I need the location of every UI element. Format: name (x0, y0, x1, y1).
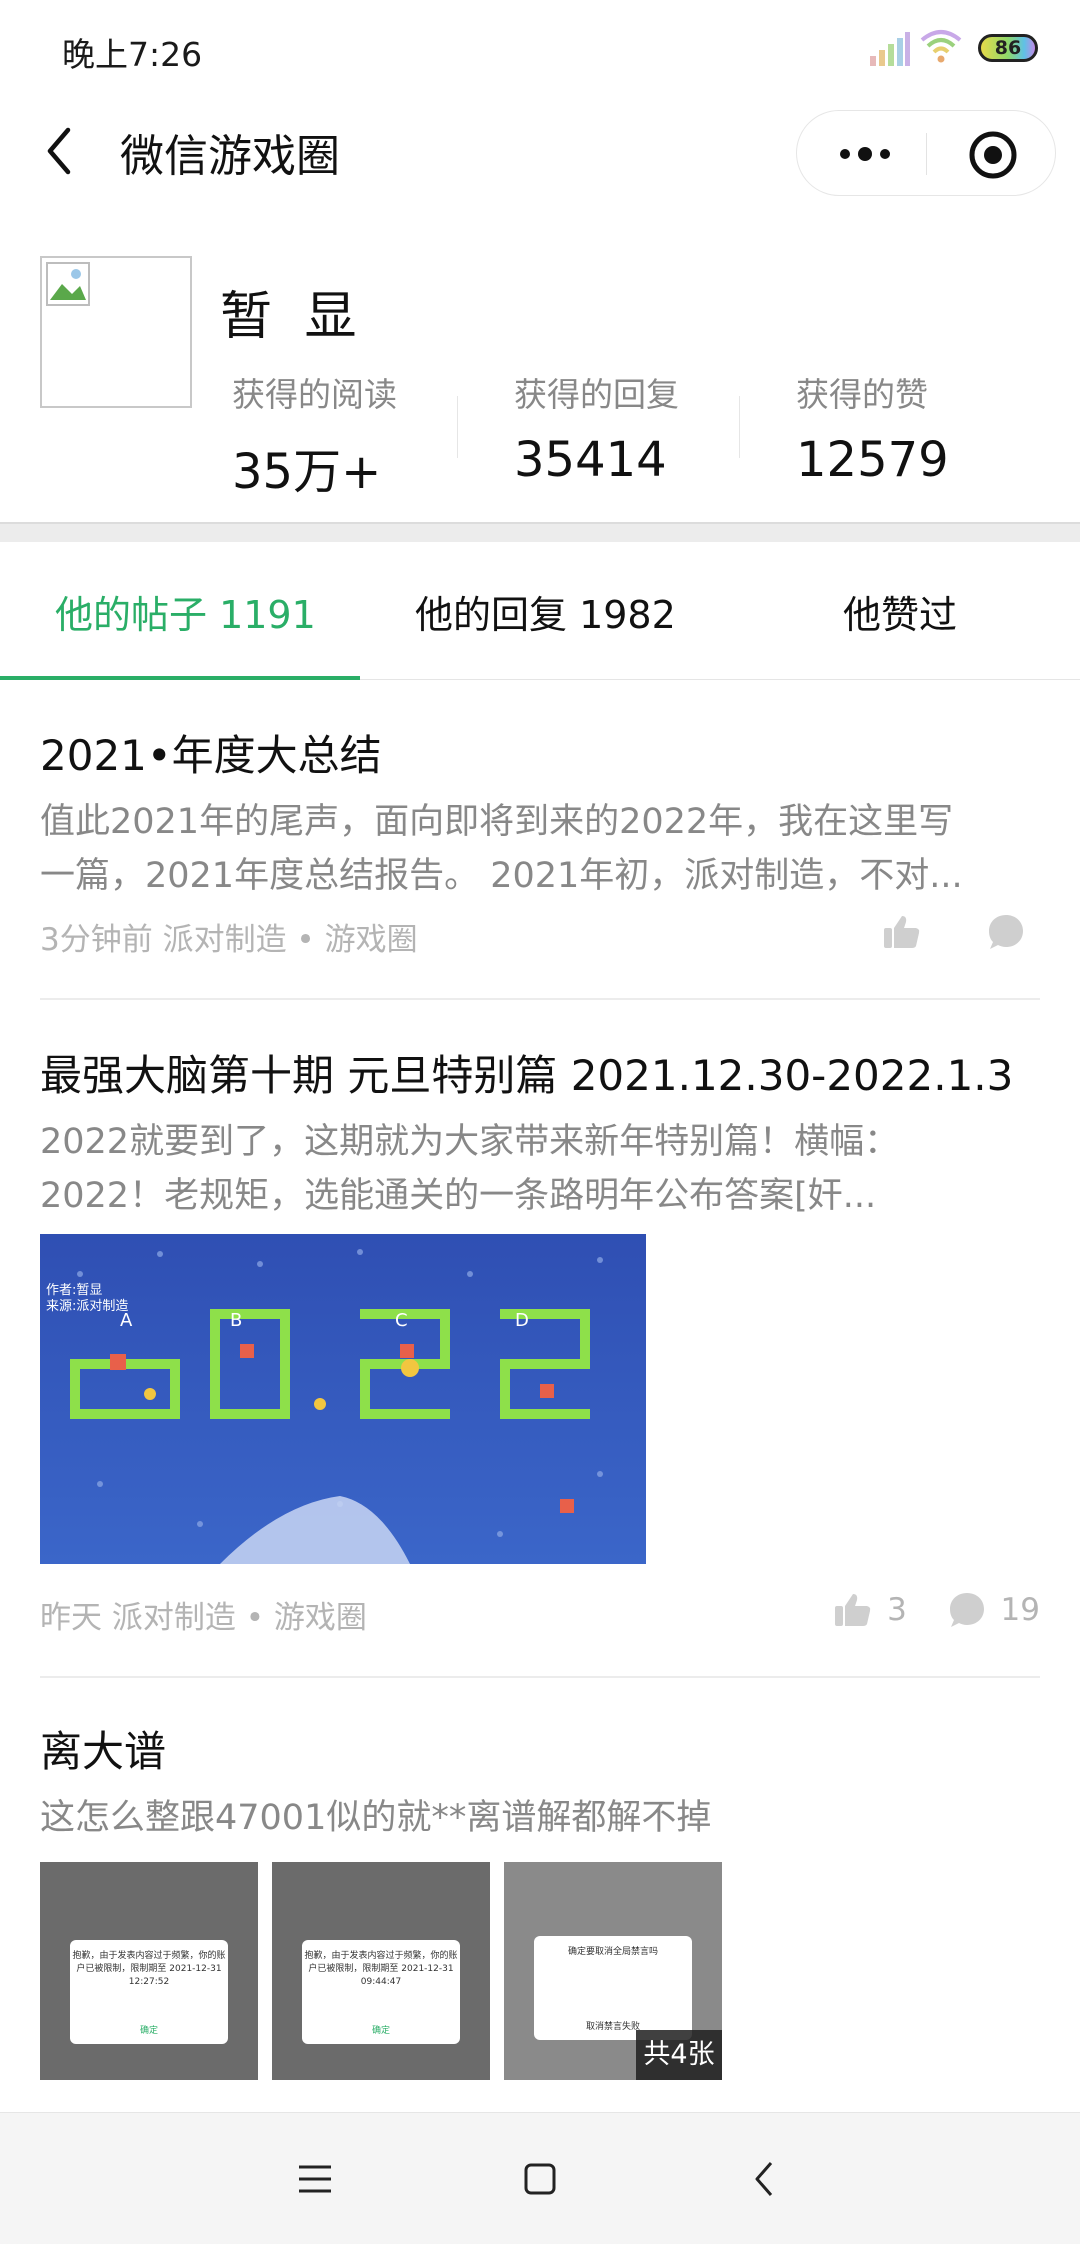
thumbnail-dialog-text: 确定要取消全局禁言吗 (567, 1947, 658, 1957)
home-icon[interactable] (518, 2157, 562, 2201)
post-divider (40, 1676, 1040, 1678)
post-thumbnail[interactable]: 确定要取消全局禁言吗 取消禁言失败 共4张 (504, 1862, 722, 2080)
stat-label: 获得的回复 (514, 375, 679, 414)
thumbs-up-icon[interactable] (833, 1590, 873, 1630)
image-caption: 作者:暂显 (46, 1283, 102, 1298)
post-meta-text: 昨天 派对制造 • 游戏圈 (40, 1600, 367, 1636)
capsule-divider (926, 133, 927, 175)
stat-divider (739, 396, 740, 458)
comment-icon[interactable] (947, 1590, 987, 1630)
post-item[interactable]: 离大谱 这怎么整跟47001似的就**离谱解都解不掉 (40, 1718, 1040, 1845)
wifi-icon (920, 30, 962, 63)
stat-value: 12579 (796, 432, 949, 488)
thumbnail-dialog: 抱歉，由于发表内容过于频繁，你的账户已被限制，限制期至 2021-12-31 1… (70, 1940, 228, 2044)
post-image[interactable]: 作者:暂显 来源:派对制造 A B C D (40, 1234, 646, 1564)
image-letter: D (515, 1310, 529, 1331)
menu-icon[interactable] (293, 2157, 337, 2201)
post-excerpt-line: 这怎么整跟47001似的就**离谱解都解不掉 (40, 1798, 712, 1838)
post-image-graphic: 作者:暂显 来源:派对制造 A B C D (40, 1234, 646, 1564)
stat-label: 获得的阅读 (232, 375, 397, 414)
section-divider (0, 522, 1080, 542)
thumbnail-dialog-button: 确定 (139, 2026, 158, 2036)
post-divider (40, 998, 1040, 1000)
post-item[interactable]: 2021•年度大总结 值此2021年的尾声，面向即将到来的2022年，我在这里写… (40, 722, 1040, 903)
stat-divider (457, 396, 458, 458)
tab-posts[interactable]: 他的帖子 1191 (55, 584, 316, 639)
post-actions (882, 912, 1040, 956)
target-close-icon[interactable] (967, 129, 1019, 181)
post-excerpt-line: 2022就要到了，这期就为大家带来新年特别篇！横幅： (40, 1122, 900, 1162)
post-meta: 昨天 派对制造 • 游戏圈 3 19 (40, 1586, 1040, 1636)
profile-name: 暂 显 (220, 287, 365, 347)
thumbnail-dialog-text: 抱歉，由于发表内容过于频繁，你的账户已被限制，限制期至 2021-12-31 1… (72, 1951, 226, 1987)
nav-bar: 微信游戏圈 (0, 96, 1080, 206)
post-title[interactable]: 2021•年度大总结 (40, 722, 1040, 783)
image-letter: A (120, 1310, 133, 1331)
back-icon[interactable] (743, 2157, 787, 2201)
stat-value: 35万+ (232, 444, 382, 500)
tab-liked[interactable]: 他赞过 (843, 584, 957, 639)
status-time: 晚上7:26 (62, 35, 203, 74)
signal-icon (870, 32, 910, 66)
stat-likes: 获得的赞 12579 (796, 368, 1076, 488)
stat-value: 35414 (514, 432, 667, 488)
post-meta-text: 3分钟前 派对制造 • 游戏圈 (40, 922, 418, 958)
stat-replies: 获得的回复 35414 (514, 368, 794, 488)
post-title[interactable]: 离大谱 (40, 1718, 1040, 1779)
broken-image-icon (46, 262, 90, 306)
battery-icon: 86 (978, 34, 1038, 62)
stat-label: 获得的赞 (796, 375, 928, 414)
thumbnail-dialog-text: 抱歉，由于发表内容过于频繁，你的账户已被限制，限制期至 2021-12-31 0… (304, 1951, 458, 1987)
image-letter: B (230, 1310, 242, 1331)
tab-bar: 他的帖子 1191 他的回复 1982 他赞过 (0, 542, 1080, 680)
image-letter: C (395, 1310, 408, 1331)
post-excerpt: 2022就要到了，这期就为大家带来新年特别篇！横幅： 2022！老规矩，选能通关… (40, 1115, 1040, 1223)
post-excerpt: 值此2021年的尾声，面向即将到来的2022年，我在这里写 一篇，2021年度总… (40, 795, 1040, 903)
thumbnail-dialog: 抱歉，由于发表内容过于频繁，你的账户已被限制，限制期至 2021-12-31 0… (302, 1940, 460, 2044)
stat-reads: 获得的阅读 35万+ (232, 368, 512, 502)
comment-icon[interactable] (986, 912, 1026, 952)
like-count: 3 (887, 1592, 907, 1628)
post-thumbnail[interactable]: 抱歉，由于发表内容过于频繁，你的账户已被限制，限制期至 2021-12-31 0… (272, 1862, 490, 2080)
post-title[interactable]: 最强大脑第十期 元旦特别篇 2021.12.30-2022.1.3 (40, 1042, 1040, 1103)
post-excerpt: 这怎么整跟47001似的就**离谱解都解不掉 (40, 1791, 1040, 1845)
avatar[interactable] (40, 256, 192, 408)
profile-header: 暂 显 获得的阅读 35万+ 获得的回复 35414 获得的赞 12579 (0, 206, 1080, 522)
tab-replies[interactable]: 他的回复 1982 (415, 584, 676, 639)
more-images-badge: 共4张 (636, 2030, 722, 2080)
status-bar: 晚上7:26 86 (0, 0, 1080, 96)
post-excerpt-line: 2022！老规矩，选能通关的一条路明年公布答案[奸... (40, 1176, 877, 1216)
post-meta: 3分钟前 派对制造 • 游戏圈 (40, 908, 1040, 958)
post-thumbnail[interactable]: 抱歉，由于发表内容过于频繁，你的账户已被限制，限制期至 2021-12-31 1… (40, 1862, 258, 2080)
comment-count: 19 (1000, 1592, 1040, 1628)
image-caption: 来源:派对制造 (46, 1299, 128, 1314)
mini-program-capsule (796, 110, 1056, 196)
chevron-left-icon[interactable] (40, 122, 80, 180)
post-excerpt-line: 一篇，2021年度总结报告。 2021年初，派对制造，不对... (40, 856, 963, 896)
thumbnail-dialog: 确定要取消全局禁言吗 取消禁言失败 (534, 1936, 692, 2040)
system-nav-bar (0, 2112, 1080, 2244)
more-dots-icon[interactable] (835, 139, 895, 169)
thumbs-up-icon[interactable] (882, 912, 922, 952)
active-tab-indicator (0, 676, 360, 680)
page-title: 微信游戏圈 (120, 131, 340, 182)
post-item[interactable]: 最强大脑第十期 元旦特别篇 2021.12.30-2022.1.3 2022就要… (40, 1042, 1040, 1223)
post-actions: 3 19 (833, 1590, 1040, 1634)
post-excerpt-line: 值此2021年的尾声，面向即将到来的2022年，我在这里写 (40, 802, 954, 842)
thumbnail-dialog-button: 确定 (371, 2026, 390, 2036)
